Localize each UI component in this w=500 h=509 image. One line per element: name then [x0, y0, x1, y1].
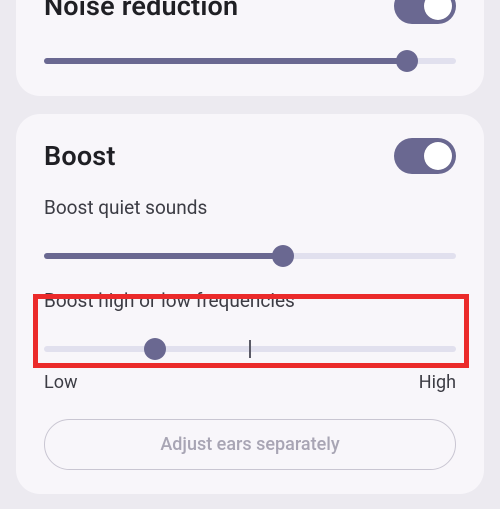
boost-freq-label: Boost high or low frequencies	[44, 289, 456, 312]
freq-high-label: High	[419, 372, 456, 393]
slider-thumb[interactable]	[272, 245, 294, 267]
slider-fill	[44, 253, 283, 259]
slider-center-tick	[249, 340, 251, 358]
noise-reduction-toggle[interactable]	[394, 0, 456, 24]
noise-reduction-title: Noise reduction	[44, 0, 238, 22]
boost-card: Boost Boost quiet sounds Boost high or l…	[16, 114, 484, 494]
toggle-knob	[424, 142, 452, 170]
boost-quiet-slider[interactable]	[44, 245, 456, 267]
boost-title: Boost	[44, 140, 116, 172]
slider-thumb[interactable]	[144, 338, 166, 360]
freq-low-label: Low	[44, 372, 78, 393]
boost-freq-slider[interactable]	[44, 338, 456, 360]
adjust-ears-button[interactable]: Adjust ears separately	[44, 419, 456, 470]
noise-reduction-slider[interactable]	[44, 50, 456, 72]
boost-toggle[interactable]	[394, 138, 456, 174]
slider-thumb[interactable]	[396, 50, 418, 72]
slider-fill	[44, 58, 407, 64]
toggle-knob	[424, 0, 452, 20]
noise-reduction-card: Noise reduction	[16, 0, 484, 96]
boost-quiet-label: Boost quiet sounds	[44, 196, 456, 219]
